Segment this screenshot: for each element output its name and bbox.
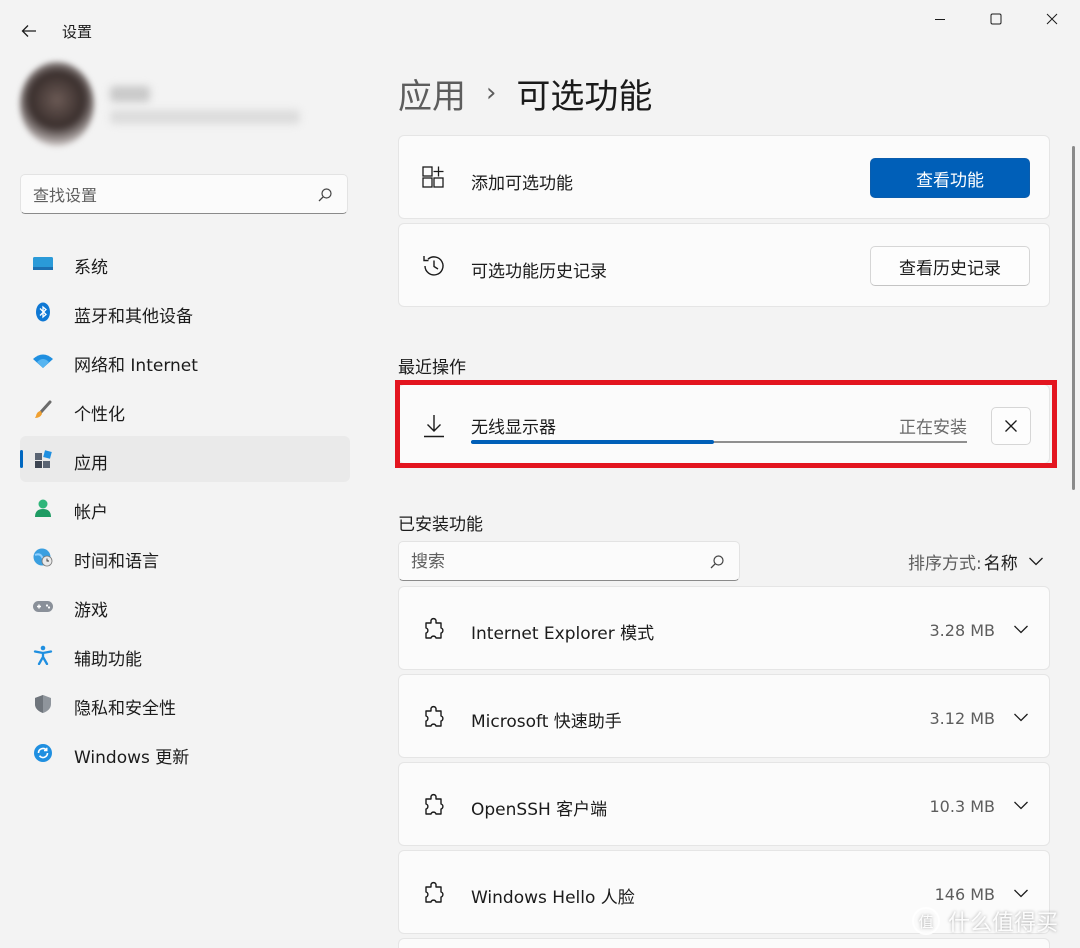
- chevron-down-icon: [1028, 557, 1043, 566]
- sidebar-item-accounts[interactable]: 帐户: [20, 485, 350, 531]
- feature-item-quick-assist[interactable]: Microsoft 快速助手 3.12 MB: [398, 674, 1050, 758]
- settings-search-input[interactable]: [33, 183, 303, 207]
- person-icon: [35, 499, 51, 517]
- installed-features-title: 已安装功能: [398, 515, 483, 535]
- sidebar-item-accessibility[interactable]: 辅助功能: [20, 632, 350, 678]
- user-profile[interactable]: [20, 62, 320, 150]
- wifi-icon: [33, 354, 53, 368]
- watermark-text: 什么值得买: [948, 911, 1059, 936]
- brush-icon: [35, 400, 52, 418]
- accessibility-icon: [33, 645, 53, 665]
- title-bar: 设置: [0, 0, 1080, 60]
- feature-history-card: 可选功能历史记录 查看历史记录: [398, 223, 1050, 307]
- sort-dropdown[interactable]: 排序方式: 名称: [908, 548, 1044, 574]
- chevron-down-icon[interactable]: [1013, 888, 1029, 898]
- watermark-badge: 值: [912, 907, 940, 935]
- puzzle-icon: [425, 705, 444, 727]
- search-icon: [710, 555, 724, 569]
- chevron-down-icon[interactable]: [1013, 800, 1029, 810]
- minimize-icon: [935, 19, 945, 20]
- feature-item-ie-mode[interactable]: Internet Explorer 模式 3.28 MB: [398, 586, 1050, 670]
- sidebar-item-network[interactable]: 网络和 Internet: [20, 338, 350, 384]
- gamepad-icon: [33, 601, 53, 612]
- sort-label: 排序方式:: [908, 553, 982, 574]
- sidebar-item-label: 帐户: [74, 503, 108, 523]
- sidebar-item-gaming[interactable]: 游戏: [20, 583, 350, 629]
- sidebar-item-label: Windows 更新: [74, 748, 190, 768]
- avatar: [20, 62, 94, 146]
- view-features-button[interactable]: 查看功能: [870, 158, 1030, 198]
- update-icon: [34, 744, 52, 762]
- breadcrumb-separator-icon: ›: [486, 78, 497, 108]
- globe-clock-icon: [33, 548, 53, 567]
- sidebar-item-label: 网络和 Internet: [74, 356, 198, 376]
- feature-size: 146 MB: [934, 885, 995, 904]
- sidebar-item-personalization[interactable]: 个性化: [20, 387, 350, 433]
- recent-actions-title: 最近操作: [398, 358, 466, 378]
- feature-size: 10.3 MB: [929, 797, 996, 816]
- maximize-icon: [990, 13, 1002, 25]
- puzzle-icon: [425, 793, 444, 815]
- monitor-icon: [33, 257, 53, 270]
- close-icon: [1046, 13, 1058, 25]
- feature-history-label: 可选功能历史记录: [471, 262, 607, 282]
- watermark: 值 什么值得买: [912, 904, 1058, 938]
- feature-item-openssh[interactable]: OpenSSH 客户端 10.3 MB: [398, 762, 1050, 846]
- breadcrumb: 应用 › 可选功能: [398, 69, 653, 118]
- close-button[interactable]: [1024, 0, 1080, 38]
- sort-value: 名称: [983, 553, 1018, 574]
- add-feature-label: 添加可选功能: [471, 174, 573, 194]
- history-icon: [423, 256, 444, 276]
- feature-size: 3.12 MB: [929, 709, 996, 728]
- puzzle-icon: [425, 617, 444, 639]
- profile-email-blurred: [110, 110, 300, 124]
- chevron-down-icon[interactable]: [1013, 712, 1029, 722]
- profile-name-blurred: [110, 86, 150, 102]
- sidebar-item-label: 隐私和安全性: [74, 699, 176, 719]
- feature-name: OpenSSH 客户端: [471, 800, 608, 820]
- settings-search[interactable]: [20, 174, 348, 214]
- feature-name: Internet Explorer 模式: [471, 624, 655, 644]
- sidebar-item-label: 系统: [74, 258, 108, 278]
- installed-search-input[interactable]: [411, 550, 691, 574]
- add-feature-card: 添加可选功能 查看功能: [398, 135, 1050, 219]
- arrow-left-icon: [21, 25, 36, 37]
- app-title: 设置: [62, 23, 93, 41]
- sidebar-item-label: 应用: [74, 454, 108, 474]
- sidebar-item-system[interactable]: 系统: [20, 240, 350, 286]
- sidebar-item-privacy[interactable]: 隐私和安全性: [20, 681, 350, 727]
- sidebar-item-label: 时间和语言: [74, 552, 159, 572]
- maximize-button[interactable]: [968, 0, 1024, 38]
- feature-size: 3.28 MB: [929, 621, 996, 640]
- sidebar-item-bluetooth[interactable]: 蓝牙和其他设备: [20, 289, 350, 335]
- sidebar-item-label: 蓝牙和其他设备: [74, 307, 193, 327]
- feature-name: Windows Hello 人脸: [471, 888, 635, 908]
- sidebar-item-apps[interactable]: 应用: [20, 436, 350, 482]
- sidebar-nav: 系统 蓝牙和其他设备 网络和 Internet 个性化 应用 帐户 时间和语言 …: [20, 240, 350, 779]
- feature-item-partial[interactable]: [398, 938, 1050, 948]
- breadcrumb-parent[interactable]: 应用: [398, 69, 466, 118]
- feature-name: Microsoft 快速助手: [471, 712, 622, 732]
- shield-icon: [35, 695, 51, 713]
- installed-search[interactable]: [398, 541, 740, 581]
- view-history-button[interactable]: 查看历史记录: [870, 246, 1030, 286]
- page-title: 可选功能: [516, 76, 653, 117]
- minimize-button[interactable]: [912, 0, 968, 38]
- chevron-down-icon[interactable]: [1013, 624, 1029, 634]
- puzzle-icon: [425, 881, 444, 903]
- back-button[interactable]: [14, 18, 44, 44]
- sidebar-item-label: 辅助功能: [74, 650, 142, 670]
- scrollbar[interactable]: [1072, 146, 1075, 490]
- sidebar-item-label: 游戏: [74, 601, 108, 621]
- sidebar-item-windows-update[interactable]: Windows 更新: [20, 730, 350, 776]
- apps-icon: [35, 450, 52, 468]
- sidebar-item-label: 个性化: [74, 405, 125, 425]
- search-icon: [318, 188, 332, 202]
- bluetooth-icon: [36, 302, 50, 322]
- add-feature-icon: [422, 166, 444, 188]
- highlight-box: [395, 380, 1057, 468]
- sidebar-item-time-language[interactable]: 时间和语言: [20, 534, 350, 580]
